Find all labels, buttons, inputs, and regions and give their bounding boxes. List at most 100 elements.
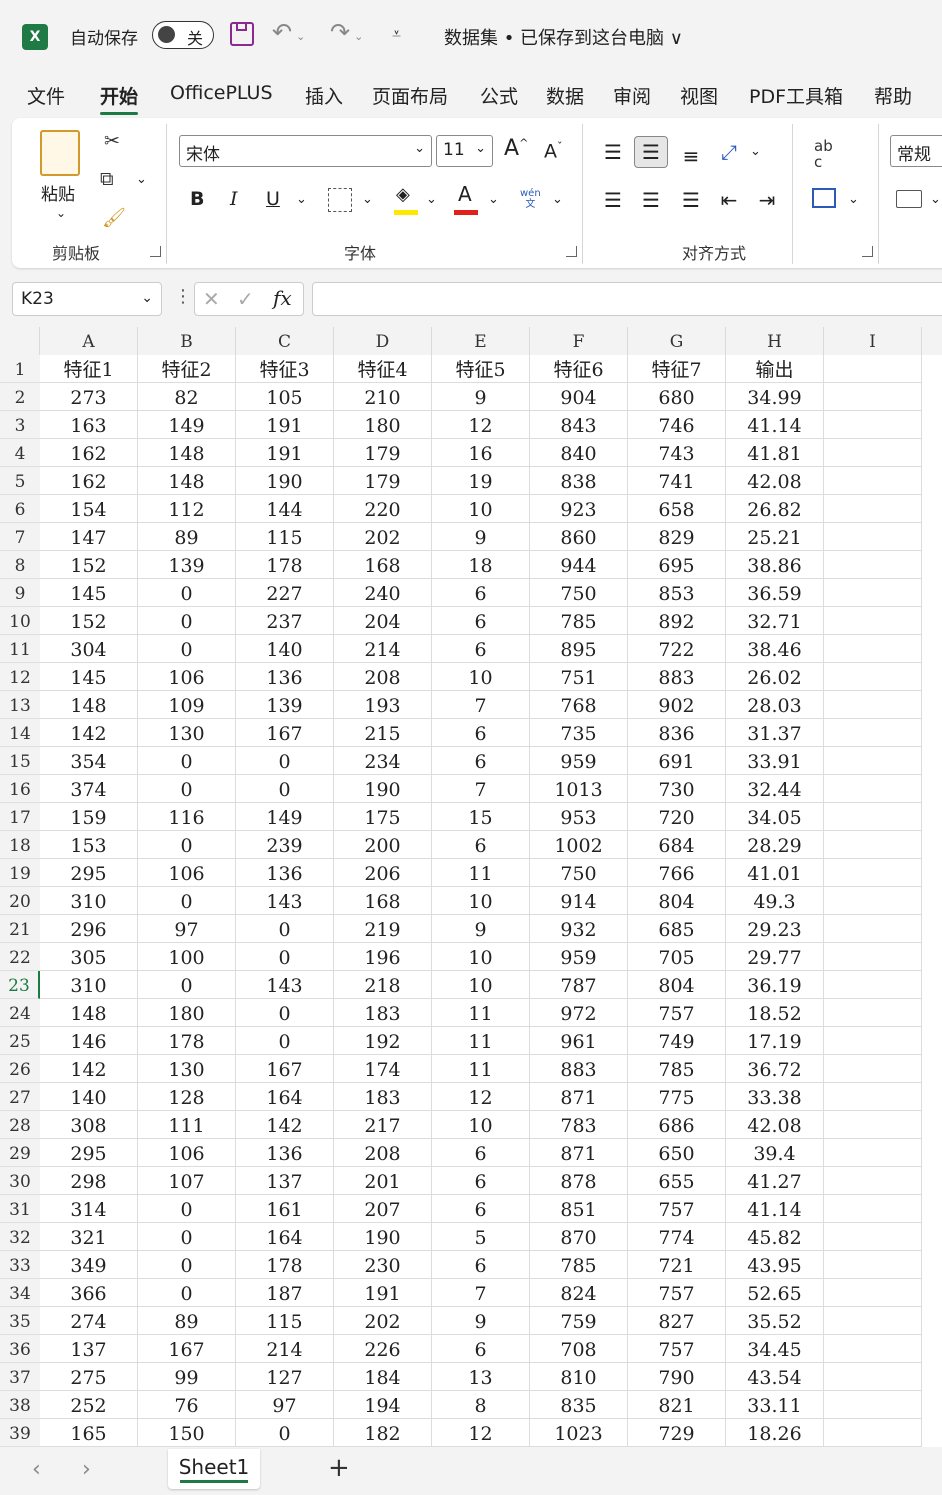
tab-file[interactable]: 文件 [27, 82, 65, 109]
row-header[interactable]: 36 [0, 1335, 40, 1363]
column-header[interactable]: I [824, 327, 922, 355]
cell[interactable]: 308 [40, 1111, 138, 1139]
cell[interactable]: 349 [40, 1251, 138, 1279]
number-format-combo[interactable]: 常规 [890, 135, 942, 167]
orientation-dropdown-icon[interactable]: ⌄ [750, 144, 761, 159]
cell[interactable]: 838 [530, 467, 628, 495]
row-header[interactable]: 23 [0, 971, 40, 999]
cell[interactable]: 775 [628, 1083, 726, 1111]
cell[interactable]: 152 [40, 607, 138, 635]
tab-insert[interactable]: 插入 [305, 82, 343, 109]
cell[interactable]: 207 [334, 1195, 432, 1223]
cell[interactable]: 0 [236, 1027, 334, 1055]
cell[interactable]: 52.65 [726, 1279, 824, 1307]
cell[interactable]: 97 [138, 915, 236, 943]
underline-button[interactable]: U [266, 188, 280, 210]
sheet-tab-sheet1[interactable]: Sheet1 [168, 1449, 260, 1489]
cell[interactable]: 105 [236, 383, 334, 411]
cell[interactable]: 15 [432, 803, 530, 831]
cell[interactable]: 774 [628, 1223, 726, 1251]
row-header[interactable]: 39 [0, 1419, 40, 1447]
cell[interactable]: 10 [432, 887, 530, 915]
cell[interactable]: 240 [334, 579, 432, 607]
row-header[interactable]: 13 [0, 691, 40, 719]
cell[interactable]: 871 [530, 1083, 628, 1111]
cell[interactable]: 10 [432, 943, 530, 971]
cell[interactable]: 特征5 [432, 355, 530, 383]
align-middle-icon[interactable]: ☰ [634, 136, 668, 168]
align-left-icon[interactable]: ☰ [596, 184, 630, 216]
column-header[interactable]: E [432, 327, 530, 355]
row-header[interactable]: 27 [0, 1083, 40, 1111]
cell[interactable]: 178 [236, 551, 334, 579]
italic-button[interactable]: I [230, 188, 238, 210]
cell[interactable]: 295 [40, 1139, 138, 1167]
row-header[interactable]: 37 [0, 1363, 40, 1391]
cell[interactable]: 7 [432, 1279, 530, 1307]
tab-review[interactable]: 审阅 [613, 82, 651, 109]
cell[interactable]: 167 [236, 719, 334, 747]
cell[interactable]: 878 [530, 1167, 628, 1195]
cell[interactable]: 45.82 [726, 1223, 824, 1251]
cell[interactable]: 191 [236, 411, 334, 439]
cell[interactable]: 959 [530, 747, 628, 775]
cell[interactable]: 39.4 [726, 1139, 824, 1167]
cell[interactable]: 237 [236, 607, 334, 635]
cell[interactable]: 182 [334, 1419, 432, 1447]
clipboard-launcher-icon[interactable] [150, 246, 161, 257]
row-header[interactable]: 26 [0, 1055, 40, 1083]
cell[interactable]: 953 [530, 803, 628, 831]
cell[interactable]: 97 [236, 1391, 334, 1419]
align-top-icon[interactable]: ☰ [596, 136, 630, 168]
phonetic-dropdown-icon[interactable]: ⌄ [552, 192, 563, 207]
cell[interactable]: 111 [138, 1111, 236, 1139]
redo-icon[interactable]: ↷ ⌄ [330, 18, 363, 46]
tab-view[interactable]: 视图 [680, 82, 718, 109]
cell[interactable]: 178 [236, 1251, 334, 1279]
cell[interactable]: 116 [138, 803, 236, 831]
cell[interactable]: 6 [432, 1335, 530, 1363]
cell[interactable]: 32.71 [726, 607, 824, 635]
cell[interactable]: 168 [334, 887, 432, 915]
cell[interactable]: 12 [432, 1419, 530, 1447]
cell[interactable]: 25.21 [726, 523, 824, 551]
cell[interactable]: 273 [40, 383, 138, 411]
row-header[interactable]: 22 [0, 943, 40, 971]
cell[interactable] [824, 859, 922, 887]
cell[interactable]: 204 [334, 607, 432, 635]
cell[interactable]: 821 [628, 1391, 726, 1419]
cell[interactable]: 750 [530, 859, 628, 887]
cell[interactable]: 6 [432, 1139, 530, 1167]
cell[interactable] [824, 1223, 922, 1251]
cell[interactable]: 31.37 [726, 719, 824, 747]
cell[interactable]: 115 [236, 523, 334, 551]
cell[interactable]: 112 [138, 495, 236, 523]
cell[interactable]: 0 [138, 579, 236, 607]
more-icon[interactable]: ⋮ [174, 286, 192, 307]
cell[interactable]: 252 [40, 1391, 138, 1419]
row-header[interactable]: 15 [0, 747, 40, 775]
cell[interactable] [824, 1391, 922, 1419]
cell[interactable] [824, 971, 922, 999]
cell[interactable]: 0 [236, 1419, 334, 1447]
cell[interactable]: 751 [530, 663, 628, 691]
cell[interactable]: 314 [40, 1195, 138, 1223]
cell[interactable]: 746 [628, 411, 726, 439]
cell[interactable]: 202 [334, 1307, 432, 1335]
cell[interactable]: 34.99 [726, 383, 824, 411]
cell[interactable]: 695 [628, 551, 726, 579]
cell[interactable]: 11 [432, 1055, 530, 1083]
cell[interactable]: 9 [432, 1307, 530, 1335]
row-header[interactable]: 30 [0, 1167, 40, 1195]
cell[interactable]: 892 [628, 607, 726, 635]
cell[interactable] [824, 1195, 922, 1223]
cell[interactable]: 163 [40, 411, 138, 439]
cell[interactable]: 0 [138, 1251, 236, 1279]
cell[interactable]: 1002 [530, 831, 628, 859]
copy-dropdown-icon[interactable]: ⌄ [136, 172, 147, 187]
row-header[interactable]: 9 [0, 579, 40, 607]
cell[interactable]: 768 [530, 691, 628, 719]
cell[interactable]: 214 [334, 635, 432, 663]
cell[interactable]: 41.81 [726, 439, 824, 467]
cell[interactable]: 310 [40, 887, 138, 915]
